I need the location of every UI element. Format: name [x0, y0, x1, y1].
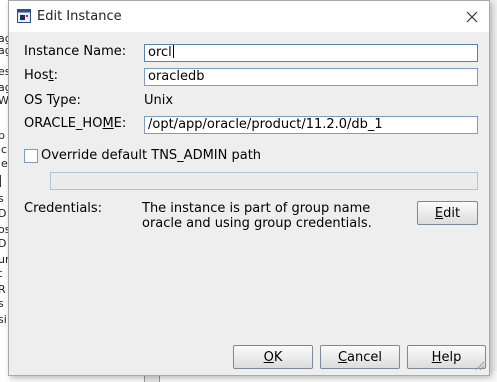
- bg-fragment: t: [0, 268, 2, 280]
- host-input[interactable]: oracledb: [144, 68, 478, 86]
- app-window-icon: [17, 9, 31, 23]
- bg-fragment: p: [0, 130, 5, 142]
- edit-instance-dialog: Edit Instance Instance Name: orcl Host: …: [8, 0, 490, 376]
- cancel-button[interactable]: Cancel: [320, 345, 400, 369]
- bg-fragment: le: [0, 157, 8, 170]
- oracle-home-input[interactable]: /opt/app/oracle/product/11.2.0/db_1: [144, 116, 478, 134]
- override-tns-checkbox[interactable]: [24, 149, 38, 163]
- credentials-text-line2: oracle and using group credentials.: [142, 216, 372, 231]
- tns-admin-path-input: [50, 172, 478, 190]
- resize-grip-icon[interactable]: [473, 359, 485, 375]
- instance-name-label: Instance Name:: [24, 44, 127, 59]
- oracle-home-label: ORACLE_HOME:: [24, 116, 127, 131]
- instance-name-input[interactable]: orcl: [144, 44, 478, 62]
- bg-fragment: s: [0, 298, 4, 310]
- title-bar[interactable]: Edit Instance: [9, 1, 489, 32]
- bg-fragment: si: [0, 313, 7, 326]
- os-type-label: OS Type:: [24, 93, 81, 108]
- credentials-text-line1: The instance is part of group name: [142, 201, 371, 216]
- ok-button[interactable]: OK: [233, 345, 313, 369]
- close-icon: [466, 11, 478, 23]
- edit-credentials-button[interactable]: Edit: [417, 201, 478, 225]
- bg-fragment: R: [0, 284, 6, 296]
- bg-fragment: ic: [0, 143, 8, 156]
- os-type-value: Unix: [144, 93, 174, 108]
- window-title: Edit Instance: [37, 9, 122, 24]
- bg-fragment: D: [0, 208, 6, 220]
- credentials-label: Credentials:: [24, 201, 103, 216]
- override-tns-label[interactable]: Override default TNS_ADMIN path: [41, 148, 261, 163]
- host-label: Host:: [24, 68, 59, 83]
- bg-fragment: D: [0, 238, 6, 250]
- bg-fragment: l: [0, 175, 2, 187]
- bg-fragment: s: [0, 193, 4, 205]
- close-button[interactable]: [461, 7, 483, 27]
